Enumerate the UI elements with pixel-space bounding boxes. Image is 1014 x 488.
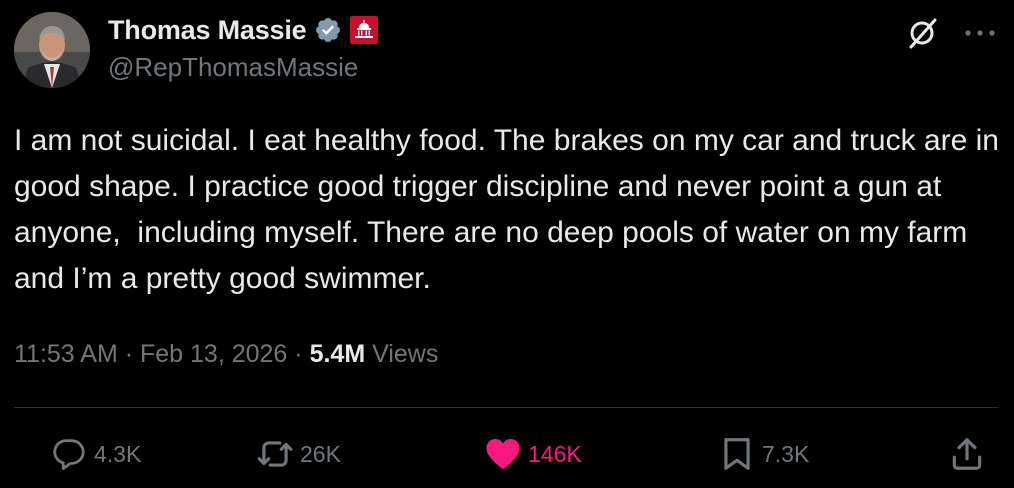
author-name-row: Thomas Massie xyxy=(108,12,379,48)
more-options-icon[interactable] xyxy=(962,28,998,38)
reply-count: 4.3K xyxy=(94,440,142,467)
bookmark-button[interactable]: 7.3K xyxy=(718,432,809,476)
reply-icon xyxy=(53,439,85,470)
views-label: Views xyxy=(365,340,438,369)
views-count[interactable]: 5.4M xyxy=(310,340,366,369)
like-count: 146K xyxy=(528,440,582,467)
action-bar: 4.3K 26K 146K 7.3K xyxy=(0,432,1014,476)
capitol-icon[interactable] xyxy=(350,16,379,44)
views-label-text: Views xyxy=(372,339,439,368)
tweet-metadata: 11:53 AM · Feb 13, 2026 · 5.4M Views xyxy=(14,335,438,373)
repost-icon xyxy=(257,441,293,467)
avatar-photo xyxy=(14,12,90,88)
divider xyxy=(14,407,998,408)
bookmark-icon xyxy=(724,438,750,470)
tweet-time[interactable]: 11:53 AM xyxy=(14,340,118,369)
share-button[interactable] xyxy=(948,432,986,476)
tweet-text: I am not suicidal. I eat healthy food. T… xyxy=(14,124,1008,295)
heart-filled-icon xyxy=(486,438,520,470)
meta-separator: · xyxy=(287,339,310,368)
repost-button[interactable]: 26K xyxy=(256,432,341,476)
share-icon xyxy=(952,438,982,470)
repost-count: 26K xyxy=(300,440,341,467)
tweet-date[interactable]: Feb 13, 2026 xyxy=(140,340,287,369)
reply-button[interactable]: 4.3K xyxy=(50,432,141,476)
author-display-name[interactable]: Thomas Massie xyxy=(108,15,307,46)
verified-badge-icon[interactable] xyxy=(314,16,342,44)
like-button[interactable]: 146K xyxy=(484,432,582,476)
grok-icon[interactable] xyxy=(906,16,940,50)
author-handle[interactable]: @RepThomasMassie xyxy=(108,52,358,83)
avatar[interactable] xyxy=(14,12,90,88)
bookmark-count: 7.3K xyxy=(762,440,810,467)
meta-separator: · xyxy=(117,339,140,368)
